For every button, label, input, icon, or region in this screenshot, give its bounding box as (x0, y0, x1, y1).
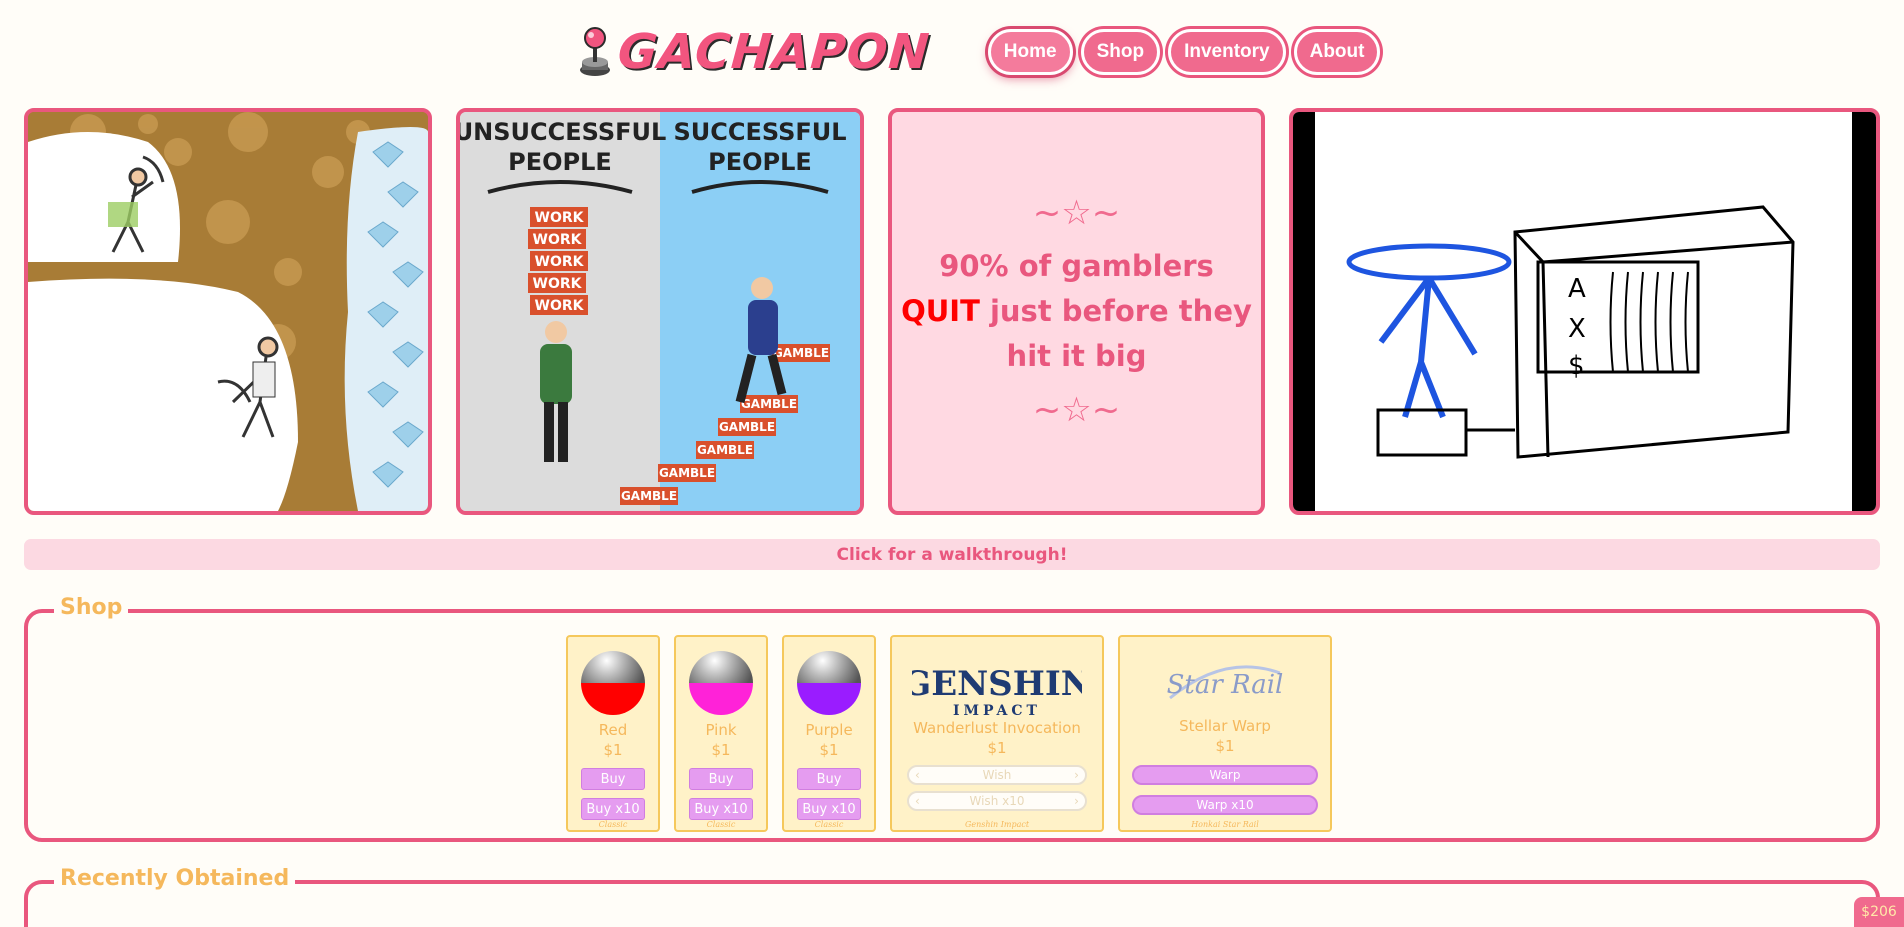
walkthrough-button[interactable]: Click for a walkthrough! (24, 539, 1880, 570)
buy-red-button[interactable]: Buy (581, 768, 645, 790)
nav-home-button[interactable]: Home (987, 29, 1073, 75)
card-name: Stellar Warp (1179, 717, 1271, 735)
buy-purple-button[interactable]: Buy (797, 768, 861, 790)
card-caption: Genshin Impact (964, 820, 1030, 829)
card-price: $1 (1215, 737, 1235, 755)
shop-section: Shop Red $1 Buy Buy x10 Classic Pink $1 … (24, 595, 1880, 842)
banner-miners-image (24, 108, 432, 515)
svg-text:SUCCESSFUL: SUCCESSFUL (673, 118, 846, 146)
quote-block: ~☆~ 90% of gamblers QUIT just before the… (892, 112, 1261, 511)
buy-purple-x10-button[interactable]: Buy x10 (797, 798, 861, 820)
shop-card-purple: Purple $1 Buy Buy x10 Classic (782, 635, 876, 832)
card-caption: Classic (598, 820, 628, 829)
card-price: $1 (711, 741, 731, 759)
shop-card-red: Red $1 Buy Buy x10 Classic (566, 635, 660, 832)
slot-letter-x: X (1568, 314, 1586, 344)
card-price: $1 (819, 741, 839, 759)
svg-text:GAMBLE: GAMBLE (773, 346, 829, 360)
main-nav: Home Shop Inventory About (987, 29, 1381, 75)
card-name: Pink (705, 721, 737, 739)
svg-text:GAMBLE: GAMBLE (719, 420, 775, 434)
card-name: Red (598, 721, 628, 739)
shop-card-starrail: Star Rail Stellar Warp $1 Warp Warp x10 … (1118, 635, 1332, 832)
shop-card-genshin: GENSHIN IMPACT Wanderlust Invocation $1 … (890, 635, 1104, 832)
warp-button[interactable]: Warp (1132, 765, 1318, 785)
wish-button[interactable]: ‹ Wish › (907, 765, 1087, 785)
card-price: $1 (987, 739, 1007, 757)
balance-badge: $206 (1854, 897, 1904, 927)
buy-pink-button[interactable]: Buy (689, 768, 753, 790)
buy-pink-x10-button[interactable]: Buy x10 (689, 798, 753, 820)
svg-text:WORK: WORK (535, 210, 585, 226)
warp-x10-button[interactable]: Warp x10 (1132, 795, 1318, 815)
quote-text: 90% of gamblers QUIT just before they hi… (901, 244, 1252, 379)
banner-quote: ~☆~ 90% of gamblers QUIT just before the… (888, 108, 1265, 515)
svg-text:WORK: WORK (533, 232, 583, 248)
logo-text: GACHAPON (616, 24, 932, 80)
quote-quit-word: QUIT (901, 294, 980, 328)
svg-text:WORK: WORK (533, 276, 583, 292)
svg-text:GENSHIN: GENSHIN (912, 664, 1082, 704)
starrail-logo-icon: Star Rail (1167, 665, 1284, 700)
red-capsule-icon (581, 651, 645, 715)
stars-decoration-top: ~☆~ (1032, 193, 1121, 233)
quote-line2: just before they (979, 294, 1252, 328)
nav-about-button[interactable]: About (1293, 29, 1381, 75)
wish-x10-button[interactable]: ‹ Wish x10 › (907, 791, 1087, 811)
page: GACHAPON Home Shop Inventory About UNSUC… (0, 0, 1904, 927)
card-caption: Classic (706, 820, 736, 829)
svg-text:GAMBLE: GAMBLE (741, 397, 797, 411)
card-caption: Honkai Star Rail (1191, 820, 1259, 829)
pink-capsule-icon (689, 651, 753, 715)
recent-section: Recently Obtained (24, 866, 1880, 927)
buy-red-x10-button[interactable]: Buy x10 (581, 798, 645, 820)
svg-text:WORK: WORK (535, 254, 585, 270)
quote-line3: hit it big (1006, 339, 1147, 373)
banner-gamble-meme-image: UNSUCCESSFUL PEOPLE SUCCESSFUL PEOPLE WO… (456, 108, 864, 515)
quote-line1: 90% of gamblers (939, 249, 1214, 283)
nav-inventory-button[interactable]: Inventory (1168, 29, 1286, 75)
header: GACHAPON Home Shop Inventory About (578, 24, 1381, 80)
logo[interactable]: GACHAPON (578, 24, 932, 80)
card-price: $1 (603, 741, 623, 759)
banner-slot-drawing-video[interactable]: A X $ (1289, 108, 1880, 515)
slot-letter-a: A (1568, 274, 1586, 304)
purple-capsule-icon (797, 651, 861, 715)
card-name: Wanderlust Invocation (913, 719, 1081, 737)
svg-text:PEOPLE: PEOPLE (508, 148, 612, 176)
svg-text:PEOPLE: PEOPLE (708, 148, 812, 176)
svg-text:GAMBLE: GAMBLE (659, 466, 715, 480)
genshin-logo-icon: GENSHIN IMPACT (912, 664, 1082, 719)
card-name: Purple (805, 721, 853, 739)
svg-text:GAMBLE: GAMBLE (697, 443, 753, 457)
stars-decoration-bottom: ~☆~ (1032, 390, 1121, 430)
joystick-icon (578, 26, 612, 78)
svg-text:GAMBLE: GAMBLE (621, 489, 677, 503)
svg-text:IMPACT: IMPACT (953, 703, 1041, 719)
slot-letter-dollar: $ (1568, 351, 1585, 381)
svg-text:Star Rail: Star Rail (1167, 670, 1284, 700)
card-caption: Classic (814, 820, 844, 829)
nav-shop-button[interactable]: Shop (1080, 29, 1161, 75)
recent-section-title: Recently Obtained (54, 866, 296, 891)
shop-section-title: Shop (54, 595, 129, 620)
svg-text:UNSUCCESSFUL: UNSUCCESSFUL (460, 118, 666, 146)
svg-text:WORK: WORK (535, 298, 585, 314)
shop-card-pink: Pink $1 Buy Buy x10 Classic (674, 635, 768, 832)
shop-cards: Red $1 Buy Buy x10 Classic Pink $1 Buy B… (566, 635, 1332, 832)
